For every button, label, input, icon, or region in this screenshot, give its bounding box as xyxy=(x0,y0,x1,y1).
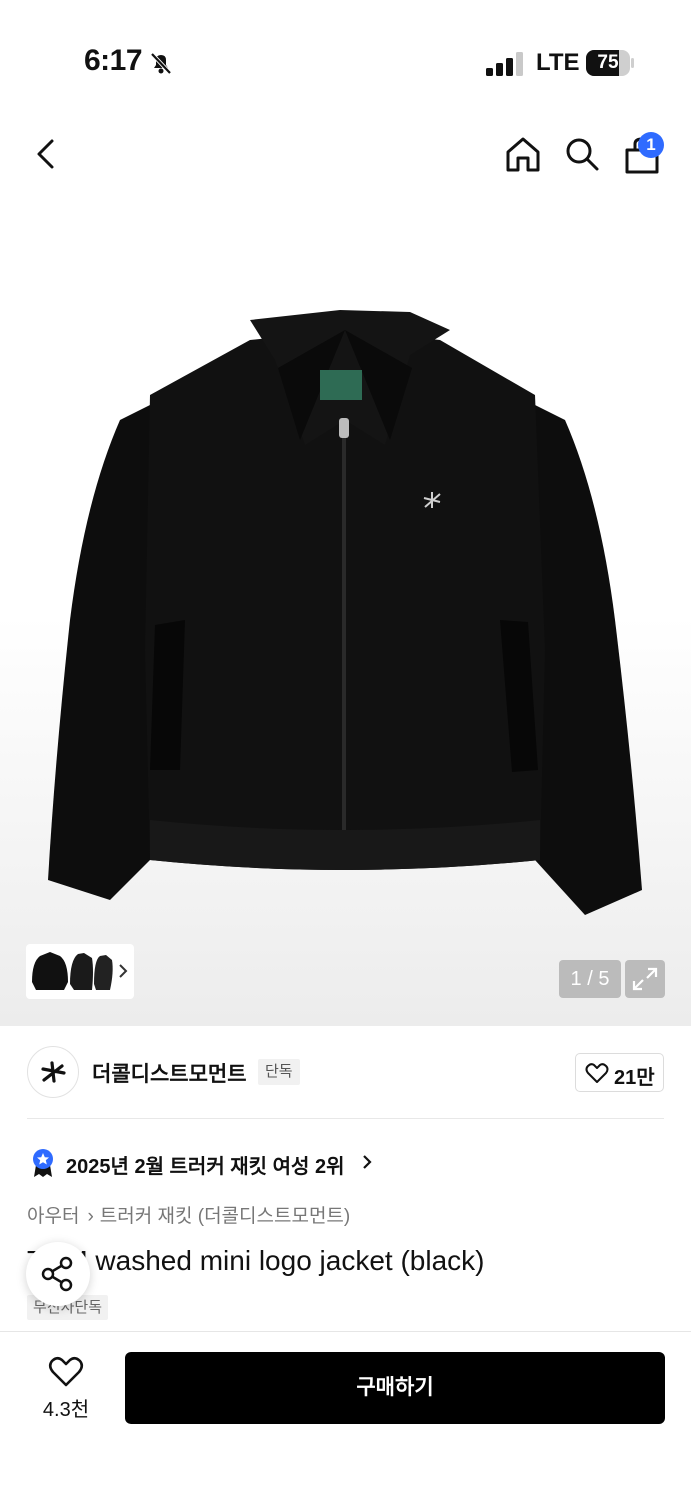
breadcrumb-category[interactable]: 아우터 xyxy=(27,1206,79,1227)
cart-count-badge: 1 xyxy=(638,132,664,158)
brand-name[interactable]: 더콜디스트모먼트 xyxy=(92,1058,247,1088)
product-title: TCM washed mini logo jacket (black) xyxy=(27,1245,485,1276)
cellular-signal-icon xyxy=(486,52,523,76)
ranking-link[interactable]: 2025년 2월 트러커 재킷 여성 2위 xyxy=(66,1150,345,1179)
thumbnail-strip[interactable] xyxy=(26,944,134,999)
chevron-right-icon xyxy=(363,1155,372,1169)
brand-logo[interactable] xyxy=(27,1046,79,1098)
search-icon[interactable] xyxy=(562,134,602,174)
share-icon xyxy=(41,1256,73,1292)
brand-like-button[interactable]: 21만 xyxy=(575,1053,664,1092)
ranking-badge-icon xyxy=(33,1149,53,1177)
exclusive-badge: 단독 xyxy=(258,1059,300,1085)
like-heart-icon[interactable] xyxy=(48,1356,84,1388)
home-icon[interactable] xyxy=(503,134,543,174)
status-time: 6:17 xyxy=(84,44,143,77)
image-current: 1 xyxy=(570,968,582,990)
image-counter: 1 / 5 xyxy=(559,960,621,998)
battery-icon: 75 xyxy=(586,50,634,76)
image-total: 5 xyxy=(598,968,610,990)
breadcrumb-subcategory[interactable]: 트러커 재킷 (더콜디스트모먼트) xyxy=(100,1206,350,1227)
thumbnail-images xyxy=(32,952,128,990)
buy-button[interactable]: 구매하기 xyxy=(125,1352,665,1424)
bell-muted-icon xyxy=(150,52,172,75)
expand-button[interactable] xyxy=(625,960,665,998)
battery-level: 75 xyxy=(597,52,619,73)
back-icon[interactable] xyxy=(26,134,66,174)
brand-like-count: 21만 xyxy=(614,1067,655,1089)
network-type: LTE xyxy=(536,49,580,76)
expand-icon xyxy=(632,967,658,991)
divider xyxy=(27,1118,664,1119)
brand-star-icon xyxy=(41,1061,66,1083)
breadcrumb: 아우터 › 트러커 재킷 (더콜디스트모먼트) xyxy=(27,1201,350,1228)
share-button[interactable] xyxy=(26,1242,90,1306)
bottom-bar-divider xyxy=(0,1331,691,1332)
like-count: 4.3천 xyxy=(42,1399,90,1421)
chevron-right-icon: › xyxy=(87,1206,94,1227)
heart-icon xyxy=(585,1063,609,1083)
image-separator: / xyxy=(587,968,593,990)
